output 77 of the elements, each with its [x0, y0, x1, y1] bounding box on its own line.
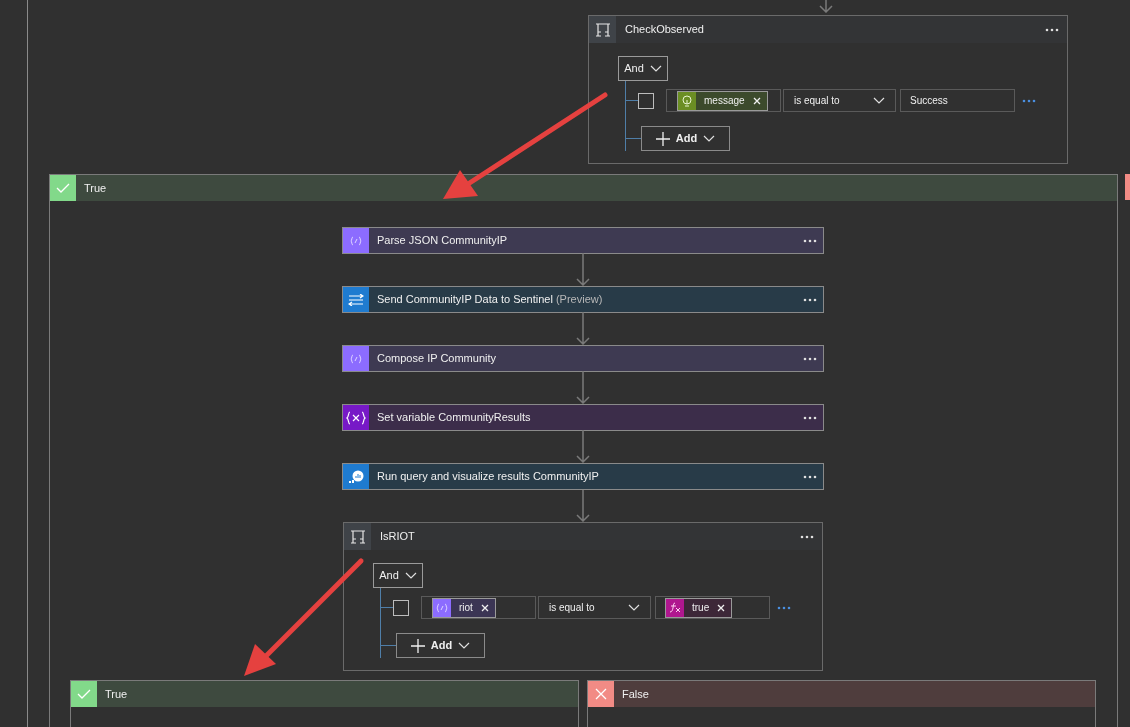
check-icon — [56, 183, 70, 193]
operator-dropdown[interactable]: And — [618, 56, 668, 81]
action-card[interactable]: Set variable CommunityResults — [342, 404, 824, 431]
connector-arrow — [576, 430, 590, 463]
chevron-down-icon — [404, 572, 417, 579]
operand-field[interactable]: riot — [421, 596, 536, 619]
action-card[interactable]: Compose IP Community — [342, 345, 824, 372]
chevron-down-icon — [458, 642, 471, 649]
connector-arrow — [576, 490, 590, 522]
plus-icon — [410, 638, 425, 653]
chevron-down-icon — [873, 97, 885, 104]
branch-label: False — [622, 686, 649, 702]
value-field[interactable]: true — [655, 596, 770, 619]
branch-header[interactable]: True — [71, 681, 578, 707]
more-options-icon[interactable] — [803, 356, 817, 361]
row-checkbox[interactable] — [393, 599, 409, 616]
operator-dropdown[interactable]: And — [373, 563, 423, 588]
condition-icon — [594, 22, 611, 37]
close-icon[interactable] — [717, 603, 726, 612]
close-icon[interactable] — [480, 603, 489, 612]
condition-icon — [349, 529, 366, 544]
more-options-icon[interactable] — [803, 297, 817, 302]
check-icon — [77, 689, 91, 699]
branch-header[interactable]: False — [588, 681, 1095, 707]
token-label: true — [691, 601, 711, 615]
braces-icon — [436, 602, 448, 613]
value-field[interactable]: Success — [900, 89, 1015, 112]
more-options-icon[interactable] — [800, 534, 814, 539]
token-chip[interactable]: message — [677, 90, 768, 111]
more-options-icon[interactable] — [1045, 27, 1059, 32]
function-icon — [669, 602, 681, 613]
branch-label: True — [84, 180, 107, 196]
connector-arrow — [576, 312, 590, 345]
close-icon — [595, 688, 607, 700]
plus-icon — [655, 131, 670, 146]
card-title: CheckObserved — [625, 22, 704, 38]
more-options-icon[interactable] — [803, 415, 817, 420]
branch-label: True — [105, 686, 128, 702]
chevron-down-icon — [649, 65, 662, 72]
action-title: Compose IP Community — [377, 351, 496, 367]
row-checkbox[interactable] — [638, 92, 654, 109]
bulb-icon — [682, 94, 692, 107]
more-options-icon[interactable] — [803, 474, 817, 479]
token-label: riot — [458, 601, 474, 615]
card-title: IsRIOT — [380, 529, 415, 545]
branch-header[interactable]: True — [50, 175, 1117, 201]
action-title: Send CommunityIP Data to Sentinel (Preview) — [377, 292, 603, 308]
card-header[interactable]: IsRIOT — [344, 523, 822, 550]
more-options-icon[interactable] — [777, 605, 791, 610]
connector-arrow — [576, 371, 590, 404]
close-icon[interactable] — [752, 96, 761, 105]
action-card[interactable]: Send CommunityIP Data to Sentinel (Preview) — [342, 286, 824, 313]
chart-bubble-icon — [348, 468, 364, 485]
action-title: Set variable CommunityResults — [377, 410, 531, 426]
arrows-icon — [348, 293, 364, 306]
braces-icon — [350, 235, 362, 246]
card-header[interactable]: CheckObserved — [589, 16, 1067, 43]
action-title: Parse JSON CommunityIP — [377, 233, 508, 249]
chevron-down-icon — [703, 135, 716, 142]
connector-arrow — [576, 253, 590, 286]
more-options-icon[interactable] — [1022, 98, 1036, 103]
action-title: Run query and visualize results CommunityIP — [377, 469, 599, 485]
connector-arrow — [819, 0, 833, 13]
more-options-icon[interactable] — [803, 238, 817, 243]
token-chip[interactable]: true — [665, 597, 733, 618]
comparison-dropdown[interactable]: is equal to — [538, 596, 651, 619]
chevron-down-icon — [628, 604, 640, 611]
braces-icon — [350, 353, 362, 364]
comparison-dropdown[interactable]: is equal to — [783, 89, 896, 112]
variable-icon — [346, 410, 366, 425]
token-label: message — [703, 94, 746, 108]
token-chip[interactable]: riot — [432, 597, 496, 618]
action-card[interactable]: Parse JSON CommunityIP — [342, 227, 824, 254]
add-button[interactable]: Add — [641, 126, 730, 151]
action-card[interactable]: Run query and visualize results CommunityIP — [342, 463, 824, 490]
operand-field[interactable]: message — [666, 89, 781, 112]
add-button[interactable]: Add — [396, 633, 485, 658]
